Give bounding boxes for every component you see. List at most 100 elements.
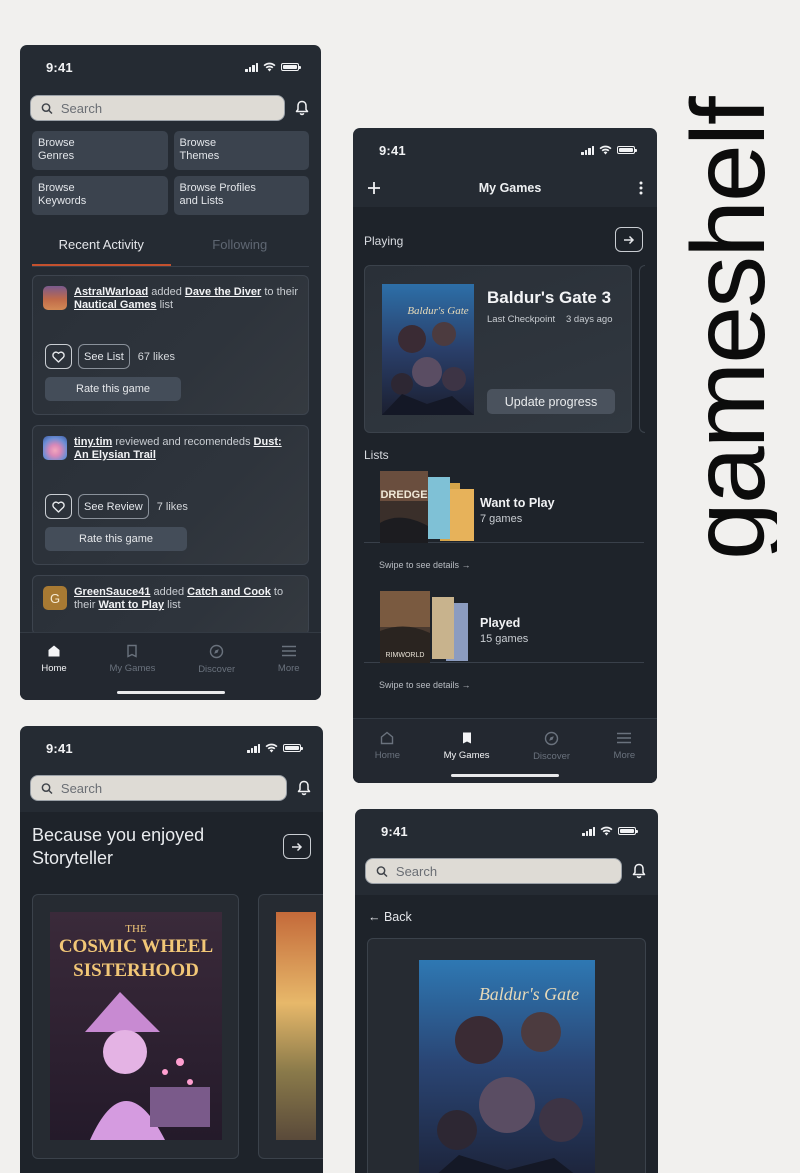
nav-home[interactable]: Home bbox=[375, 731, 400, 783]
browse-genres-button[interactable]: Browse Genres bbox=[32, 131, 168, 170]
detail-body: ← Back Baldur's Gate bbox=[355, 895, 658, 1173]
recommendation-arrow-button[interactable] bbox=[283, 834, 311, 859]
status-bar: 9:41 bbox=[20, 45, 321, 89]
search-icon bbox=[376, 865, 388, 877]
rate-game-button[interactable]: Rate this game bbox=[45, 377, 181, 401]
add-icon[interactable] bbox=[367, 181, 381, 195]
user-link[interactable]: tiny.tim bbox=[74, 436, 112, 448]
menu-icon bbox=[281, 645, 296, 657]
home-indicator bbox=[451, 774, 559, 777]
wifi-icon bbox=[599, 145, 612, 155]
browse-themes-button[interactable]: Browse Themes bbox=[173, 131, 309, 170]
arrow-right-icon bbox=[624, 235, 635, 244]
cover-line-3: SISTERHOOD bbox=[73, 960, 199, 981]
search-input[interactable] bbox=[395, 863, 611, 879]
heart-icon bbox=[52, 350, 65, 363]
list-link[interactable]: Want to Play bbox=[98, 599, 164, 611]
activity-card: G GreenSauce41 added Catch and Cook to t… bbox=[32, 575, 309, 635]
nav-home[interactable]: Home bbox=[41, 644, 67, 700]
search-field[interactable] bbox=[30, 775, 287, 801]
game-cover-card: Baldur's Gate bbox=[367, 938, 646, 1173]
bell-icon[interactable] bbox=[295, 779, 313, 797]
page-title: My Games bbox=[478, 181, 542, 195]
checkpoint-label: Last Checkpoint bbox=[487, 314, 556, 325]
nav-more[interactable]: More bbox=[278, 644, 300, 700]
activity-text: GreenSauce41 added Catch and Cook to the… bbox=[74, 586, 284, 611]
tab-following[interactable]: Following bbox=[171, 227, 310, 266]
next-recommendation-peek bbox=[258, 894, 323, 1159]
search-input[interactable] bbox=[60, 100, 274, 116]
nav-more[interactable]: More bbox=[614, 731, 635, 783]
game-cover[interactable]: THE COSMIC WHEEL SISTERHOOD bbox=[50, 912, 222, 1140]
browse-keywords-button[interactable]: Browse Keywords bbox=[32, 176, 168, 215]
list-count: 7 games bbox=[480, 513, 523, 525]
more-vertical-icon[interactable] bbox=[639, 181, 643, 195]
search-field[interactable] bbox=[30, 95, 285, 121]
user-link[interactable]: AstralWarload bbox=[74, 286, 148, 298]
playing-arrow-button[interactable] bbox=[615, 227, 643, 252]
my-games-body: Playing Baldur's Gate Baldur's Gate 3 La… bbox=[353, 207, 657, 783]
avatar[interactable]: G bbox=[43, 586, 67, 610]
game-detail-screen: 9:41 ← Back bbox=[355, 809, 658, 1173]
bottom-nav: Home My Games Discover More bbox=[353, 718, 657, 783]
browse-grid: Browse Genres Browse Themes Browse Keywords… bbox=[20, 121, 321, 215]
compass-icon bbox=[209, 644, 224, 659]
bell-icon[interactable] bbox=[293, 99, 311, 117]
search-icon bbox=[41, 102, 53, 114]
next-card-peek bbox=[639, 265, 645, 433]
user-link[interactable]: GreenSauce41 bbox=[74, 586, 150, 598]
activity-text: tiny.tim reviewed and recomendeds Dust: … bbox=[74, 436, 282, 461]
game-title: Baldur's Gate 3 bbox=[487, 288, 612, 307]
game-link[interactable]: Dave the Diver bbox=[185, 286, 261, 298]
like-count: 67 likes bbox=[137, 350, 176, 363]
discover-body: Because you enjoyed Storyteller THE COSM… bbox=[20, 812, 323, 1173]
home-icon bbox=[48, 645, 60, 657]
list-item[interactable]: DREDGE Want to Play 7 games bbox=[364, 471, 644, 543]
home-screen: 9:41 BrowseGenres BrowseThemes BrowseKey… bbox=[20, 45, 321, 700]
playing-label: Playing bbox=[364, 234, 404, 248]
discover-screen: 9:41 Because you enjoyed Storyteller bbox=[20, 726, 323, 1173]
game-cover[interactable]: Baldur's Gate bbox=[419, 960, 595, 1173]
cover-title: RIMWORLD bbox=[386, 652, 425, 659]
signal-icon bbox=[582, 826, 595, 836]
avatar[interactable] bbox=[43, 286, 67, 310]
my-games-screen: 9:41 My Games Playing Baldur's Gate Bald… bbox=[353, 128, 657, 783]
list-item[interactable]: RIMWORLD Played 15 games bbox=[364, 591, 644, 663]
battery-icon bbox=[283, 744, 303, 752]
activity-card: tiny.tim reviewed and recomendeds Dust: … bbox=[32, 425, 309, 565]
list-covers: RIMWORLD bbox=[380, 591, 468, 663]
cover-title: Baldur's Gate bbox=[407, 305, 468, 317]
list-count: 15 games bbox=[480, 633, 529, 645]
home-icon bbox=[381, 731, 394, 745]
wifi-icon bbox=[263, 62, 276, 72]
like-button[interactable] bbox=[45, 344, 72, 369]
update-progress-button[interactable]: Update progress bbox=[487, 389, 615, 414]
see-list-button[interactable]: See List bbox=[78, 344, 130, 369]
heart-icon bbox=[52, 500, 65, 513]
rate-game-button[interactable]: Rate this game bbox=[45, 527, 187, 551]
game-cover[interactable]: Baldur's Gate bbox=[382, 284, 474, 415]
activity-card: AstralWarload added Dave the Diver to th… bbox=[32, 275, 309, 415]
activity-feed: AstralWarload added Dave the Diver to th… bbox=[20, 267, 321, 635]
signal-icon bbox=[245, 62, 258, 72]
list-name: Want to Play bbox=[480, 496, 555, 510]
list-link[interactable]: Nautical Games bbox=[74, 299, 157, 311]
browse-profiles-button[interactable]: Browse Profiles and Lists bbox=[173, 176, 309, 215]
search-input[interactable] bbox=[60, 780, 276, 796]
status-bar: 9:41 bbox=[353, 128, 657, 172]
my-games-topbar: My Games bbox=[353, 167, 657, 209]
avatar[interactable] bbox=[43, 436, 67, 460]
tab-recent-activity[interactable]: Recent Activity bbox=[32, 227, 171, 266]
swipe-hint: Swipe to see details → bbox=[379, 560, 471, 570]
see-review-button[interactable]: See Review bbox=[78, 494, 149, 519]
cover-title: Baldur's Gate bbox=[479, 984, 579, 1004]
bell-icon[interactable] bbox=[630, 862, 648, 880]
now-playing-card[interactable]: Baldur's Gate Baldur's Gate 3 Last Check… bbox=[364, 265, 632, 433]
arrow-right-icon bbox=[292, 842, 303, 851]
activity-text: AstralWarload added Dave the Diver to th… bbox=[74, 286, 298, 311]
recommendation-card[interactable]: THE COSMIC WHEEL SISTERHOOD bbox=[32, 894, 239, 1159]
like-button[interactable] bbox=[45, 494, 72, 519]
game-link[interactable]: Catch and Cook bbox=[187, 586, 271, 598]
search-field[interactable] bbox=[365, 858, 622, 884]
back-link[interactable]: ← Back bbox=[368, 910, 412, 924]
